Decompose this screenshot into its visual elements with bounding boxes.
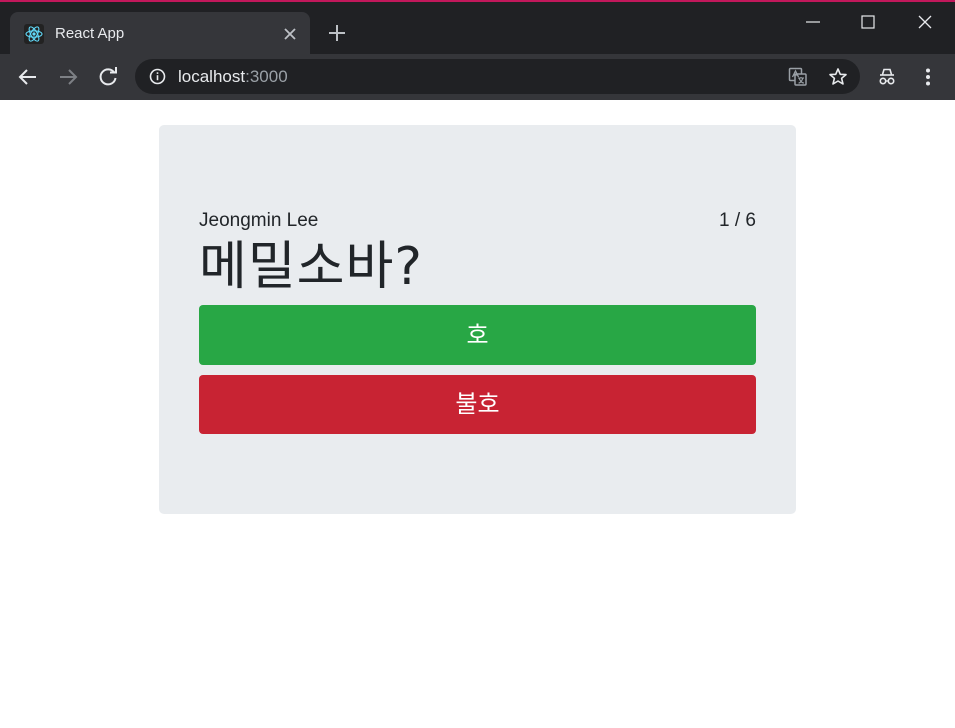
question-counter: 1 / 6	[719, 210, 756, 231]
menu-icon[interactable]	[917, 66, 939, 88]
info-icon[interactable]	[149, 68, 166, 85]
translate-icon[interactable]	[788, 67, 808, 87]
incognito-icon[interactable]	[876, 66, 898, 88]
window-close-button[interactable]	[900, 4, 950, 38]
close-icon	[918, 15, 932, 29]
minimize-icon	[806, 21, 820, 23]
maximize-icon	[861, 15, 875, 29]
back-icon[interactable]	[17, 66, 39, 88]
like-button[interactable]: 호	[199, 305, 756, 365]
forward-icon[interactable]	[57, 66, 79, 88]
question-card: Jeongmin Lee 1 / 6 메밀소바? 호 불호	[159, 125, 796, 514]
url-host: localhost	[178, 67, 246, 86]
react-logo-icon	[24, 24, 44, 44]
browser-toolbar: localhost:3000	[0, 54, 955, 100]
tab-close-icon[interactable]	[282, 26, 298, 42]
browser-title-bar: React App	[0, 0, 955, 56]
question-title: 메밀소바?	[199, 237, 423, 297]
tab-react-app[interactable]: React App	[10, 12, 310, 56]
dislike-button[interactable]: 불호	[199, 375, 756, 434]
reload-icon[interactable]	[97, 66, 119, 88]
new-tab-icon[interactable]	[326, 22, 348, 44]
author-name: Jeongmin Lee	[199, 210, 319, 231]
tab-title: React App	[55, 25, 125, 42]
star-icon[interactable]	[828, 67, 848, 87]
minimize-button[interactable]	[788, 4, 838, 38]
url-port: :3000	[245, 67, 288, 86]
maximize-button[interactable]	[843, 4, 893, 38]
address-bar[interactable]: localhost:3000	[135, 59, 860, 94]
url-text: localhost:3000	[178, 67, 288, 87]
